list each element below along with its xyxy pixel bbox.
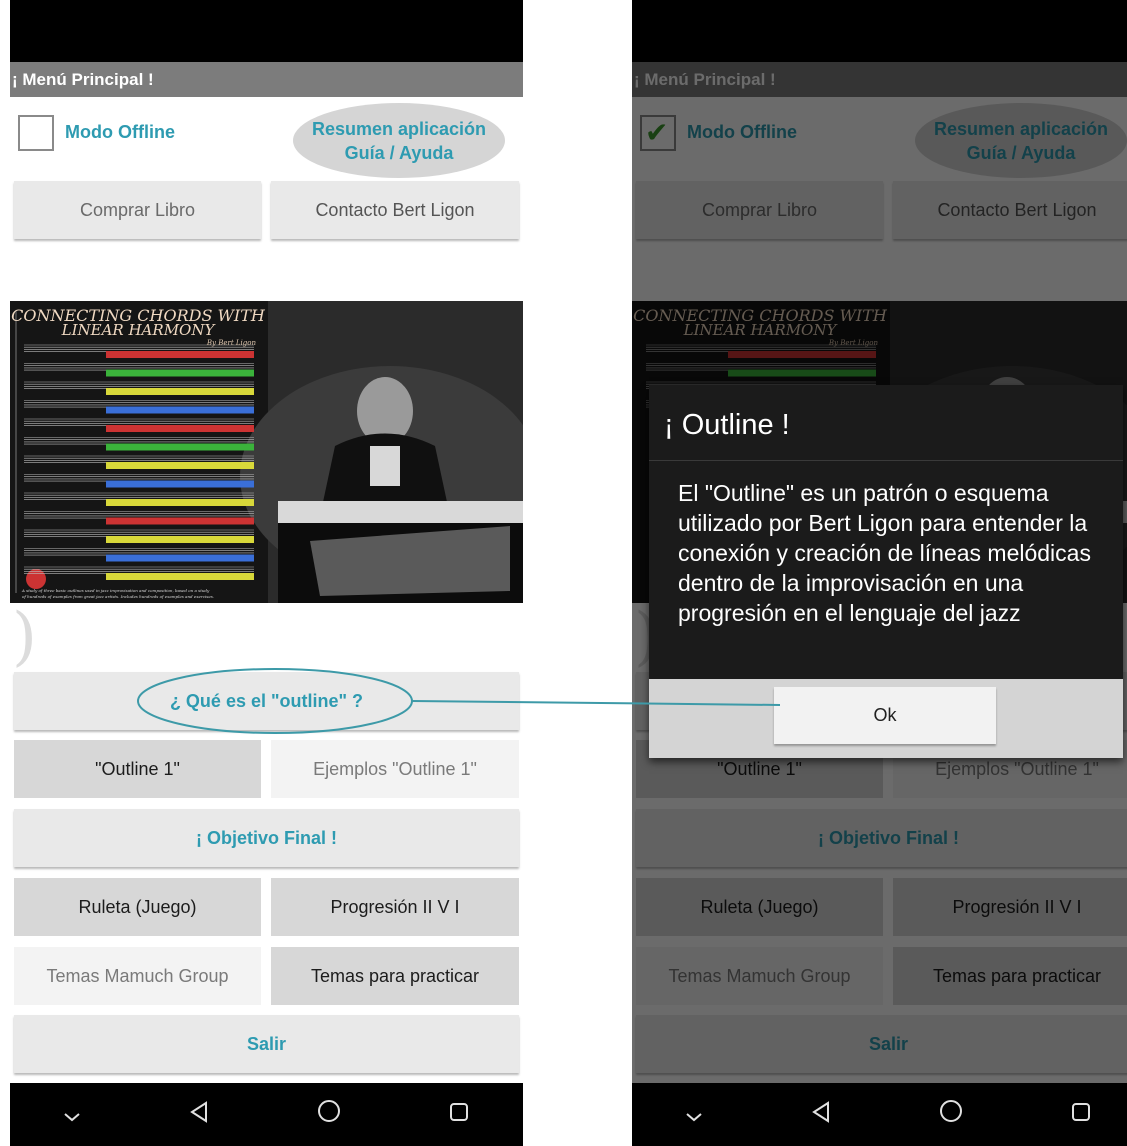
roulette-button[interactable]: Ruleta (Juego) [14,878,261,936]
cover-blurb-1: A study of three basic outlines used in … [21,588,210,593]
cover-color-bar [106,499,254,506]
dialog-footer: Ok [649,679,1123,758]
dialog-message: El "Outline" es un patrón o esquema util… [678,480,1091,626]
cover-title-2: LINEAR HARMONY [61,321,217,339]
final-goal-button[interactable]: ¡ Objetivo Final ! [14,809,519,867]
cover-color-bar [106,388,254,395]
chevron-down-icon[interactable] [62,1099,82,1131]
recents-icon[interactable] [1069,1099,1093,1131]
screen-left: ¡ Menú Principal ! Modo Offline Resumen … [10,0,523,1146]
cover-color-bar [106,443,254,451]
cover-color-bar [106,369,254,377]
app-title: ¡ Menú Principal ! [10,62,523,97]
navigation-bar [632,1083,1127,1146]
status-bar [10,0,523,62]
practice-songs-button[interactable]: Temas para practicar [271,947,519,1005]
home-icon[interactable] [938,1098,964,1131]
mamuch-group-button[interactable]: Temas Mamuch Group [14,947,261,1005]
cover-color-bar [106,517,254,525]
outline-dialog: ¡ Outline ! El "Outline" es un patrón o … [649,385,1123,758]
buy-book-button[interactable]: Comprar Libro [14,181,261,239]
examples-outline-1-button[interactable]: Ejemplos "Outline 1" [271,740,519,798]
cover-color-bar [106,480,254,488]
ok-button[interactable]: Ok [774,687,996,744]
what-is-outline-label: ¿ Qué es el "outline" ? [169,690,364,711]
cover-color-bar [106,554,254,562]
recents-icon[interactable] [447,1099,471,1131]
offline-label: Modo Offline [65,122,175,142]
navigation-bar [10,1083,523,1146]
contact-button[interactable]: Contacto Bert Ligon [271,181,519,239]
cover-color-bar [106,536,254,543]
cover-blurb-2: of hundreds of examples from great jazz … [22,594,214,599]
book-cover-image: CONNECTING CHORDS WITH LINEAR HARMONY By… [10,301,523,603]
help-button[interactable]: Resumen aplicación Guía / Ayuda [293,103,505,178]
home-icon[interactable] [316,1098,342,1131]
what-is-outline-button[interactable]: ¿ Qué es el "outline" ? [14,672,519,730]
book-cover-art: CONNECTING CHORDS WITH LINEAR HARMONY By… [10,301,523,603]
progression-button[interactable]: Progresión II V I [271,878,519,936]
back-icon[interactable] [809,1099,833,1131]
outline-1-button[interactable]: "Outline 1" [14,740,261,798]
cover-color-bar [106,406,254,414]
help-line-2: Guía / Ayuda [344,142,454,163]
back-icon[interactable] [187,1099,211,1131]
parenthesis-mark: ) [12,600,37,674]
cover-color-bar [106,573,254,580]
exit-button[interactable]: Salir [14,1015,519,1073]
dialog-divider [649,460,1123,461]
chevron-down-icon[interactable] [684,1099,704,1131]
cover-color-bar [106,351,254,358]
cover-byline: By Bert Ligon [206,339,257,347]
cover-color-bar [106,425,254,432]
dialog-title: ¡ Outline ! [664,409,790,441]
help-line-1: Resumen aplicación [311,118,487,139]
cover-color-bar [106,462,254,469]
screen-right: ¡ Menú Principal ! ✔ Modo Offline Resume… [632,0,1127,1146]
offline-checkbox[interactable] [18,115,54,151]
